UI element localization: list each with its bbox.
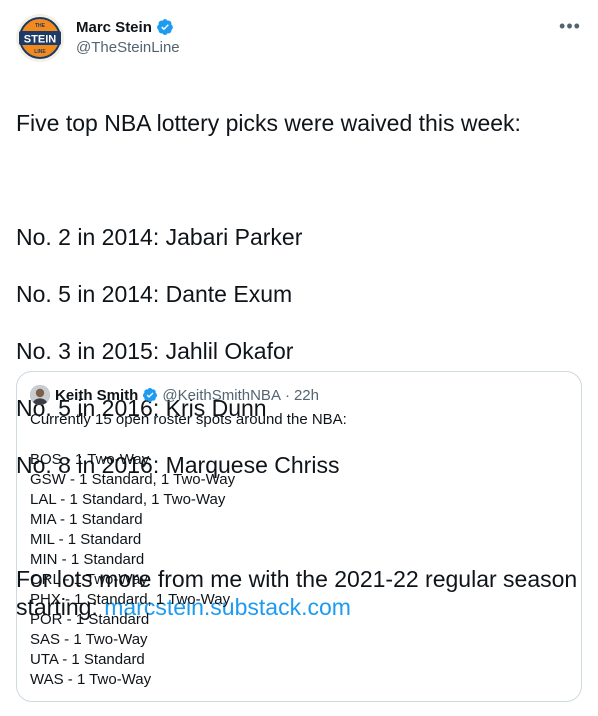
quoted-tweet[interactable]: Keith Smith @KeithSmithNBA · 22h Current…	[16, 371, 582, 702]
tweet-intro: Five top NBA lottery picks were waived t…	[16, 109, 521, 136]
quoted-author-name[interactable]: Keith Smith	[55, 387, 138, 404]
author-display-name[interactable]: Marc Stein	[76, 19, 152, 36]
person-avatar-icon	[30, 385, 50, 405]
author-names: Marc Stein @TheSteinLine	[76, 16, 180, 57]
author-avatar[interactable]: THE STEIN LINE	[16, 14, 64, 62]
avatar-text-top: THE	[35, 23, 46, 29]
verified-badge-icon	[142, 387, 158, 403]
avatar-text-bottom: LINE	[34, 49, 46, 55]
avatar-text-main: STEIN	[24, 34, 56, 46]
roster-line: UTA - 1 Standard	[30, 651, 145, 668]
tweet-header: THE STEIN LINE Marc Stein @TheSteinLine …	[16, 14, 582, 64]
tweet-pick-1: No. 2 in 2014: Jabari Parker	[16, 223, 303, 250]
roster-line: ORL - 1 Two-Way	[30, 571, 148, 588]
quoted-tweet-body: Currently 15 open roster spots around th…	[30, 410, 570, 690]
roster-line: BOS - 1 Two-Way	[30, 451, 150, 468]
roster-line: MIN - 1 Standard	[30, 551, 145, 568]
separator-dot: ·	[284, 386, 290, 404]
roster-line: WAS - 1 Two-Way	[30, 671, 152, 688]
more-options-icon[interactable]: •••	[558, 17, 582, 40]
quoted-author-avatar[interactable]	[30, 385, 50, 405]
tweet-pick-3: No. 3 in 2015: Jahlil Okafor	[16, 337, 294, 364]
roster-line: MIL - 1 Standard	[30, 531, 142, 548]
author-handle[interactable]: @TheSteinLine	[76, 39, 180, 56]
roster-line: MIA - 1 Standard	[30, 511, 143, 528]
roster-line: LAL - 1 Standard, 1 Two-Way	[30, 491, 226, 508]
roster-line: SAS - 1 Two-Way	[30, 631, 148, 648]
roster-line: GSW - 1 Standard, 1 Two-Way	[30, 471, 236, 488]
quoted-timestamp[interactable]: 22h	[294, 387, 319, 404]
quoted-tweet-header: Keith Smith @KeithSmithNBA · 22h	[30, 385, 319, 405]
tweet-pick-2: No. 5 in 2014: Dante Exum	[16, 280, 293, 307]
roster-line: POR - 1 Standard	[30, 611, 150, 628]
roster-line: PHX - 1 Standard, 1 Two-Way	[30, 591, 231, 608]
quoted-author-handle[interactable]: @KeithSmithNBA	[162, 387, 281, 404]
stein-line-logo-icon: THE STEIN LINE	[16, 14, 64, 62]
quoted-intro: Currently 15 open roster spots around th…	[30, 411, 347, 428]
verified-badge-icon	[156, 18, 174, 36]
